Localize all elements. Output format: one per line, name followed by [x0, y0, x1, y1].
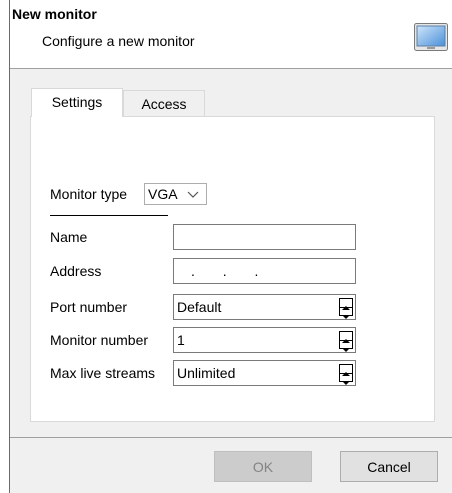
spin-down-icon[interactable]: [340, 374, 352, 385]
tab-access[interactable]: Access: [123, 90, 205, 117]
spin-down-icon[interactable]: [340, 341, 352, 352]
spin-up-icon[interactable]: [340, 332, 352, 343]
dialog-subtitle: Configure a new monitor: [42, 33, 195, 49]
port-number-input[interactable]: Default: [173, 294, 356, 320]
monitor-icon: [414, 23, 448, 51]
monitor-number-input[interactable]: 1: [173, 327, 356, 353]
max-live-streams-input[interactable]: Unlimited: [173, 360, 356, 386]
address-input[interactable]: . . .: [173, 258, 356, 284]
monitor-type-value: VGA: [148, 186, 178, 202]
spin-up-icon[interactable]: [340, 299, 352, 310]
spin-up-icon[interactable]: [340, 365, 352, 376]
address-label: Address: [50, 263, 102, 279]
chevron-down-icon: [187, 191, 199, 198]
max-live-streams-spinner[interactable]: [339, 364, 353, 385]
max-live-streams-label: Max live streams: [50, 365, 156, 381]
cancel-button[interactable]: Cancel: [340, 451, 438, 482]
spin-down-icon[interactable]: [340, 308, 352, 319]
dialog-client-area: Settings Access Monitor type VGA Name Ad…: [10, 69, 452, 437]
monitor-type-dropdown[interactable]: VGA: [144, 183, 207, 205]
port-number-value: Default: [177, 299, 222, 315]
port-number-spinner[interactable]: [339, 298, 353, 319]
settings-tab-page: Monitor type VGA Name Address . . . Port…: [30, 116, 435, 422]
max-live-streams-value: Unlimited: [177, 365, 236, 381]
dialog-footer: OK Cancel: [10, 438, 452, 493]
monitor-number-value: 1: [177, 332, 185, 348]
monitor-number-spinner[interactable]: [339, 331, 353, 352]
name-input[interactable]: [173, 224, 356, 250]
dialog-header: New monitor Configure a new monitor: [10, 0, 452, 68]
dialog-title: New monitor: [12, 6, 97, 22]
monitor-number-label: Monitor number: [50, 332, 149, 348]
monitor-type-underline: [50, 215, 168, 216]
tab-settings[interactable]: Settings: [31, 88, 123, 117]
port-number-label: Port number: [50, 299, 128, 315]
name-label: Name: [50, 229, 88, 245]
ok-button[interactable]: OK: [214, 451, 312, 482]
monitor-type-label: Monitor type: [50, 186, 128, 202]
address-value: . . .: [191, 263, 271, 279]
